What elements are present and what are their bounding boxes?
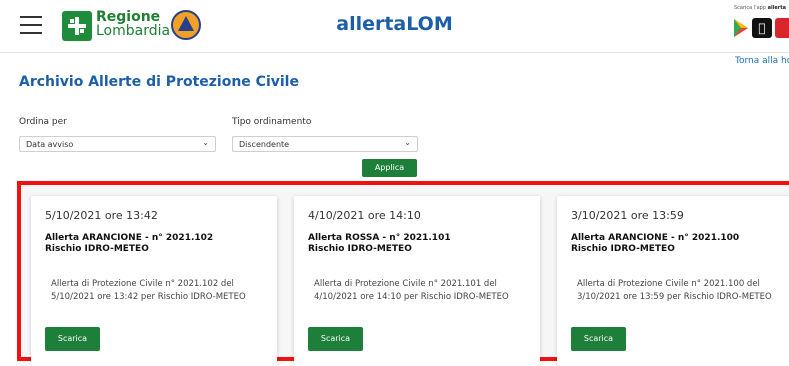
store-download-text: Scarica l'app allerta — [734, 5, 787, 11]
sort-type-label: Tipo ordinamento — [232, 117, 312, 127]
app-title: allertaLOM — [336, 13, 453, 35]
sort-by-label: Ordina per — [19, 117, 67, 127]
alert-title-line-2: Rischio IDRO-METEO — [45, 244, 149, 254]
alert-date: 3/10/2021 ore 13:59 — [571, 209, 684, 222]
alert-title-line-1: Allerta ARANCIONE - n° 2021.102 — [45, 233, 214, 243]
sort-by-select[interactable]: Data avviso ⌄ — [19, 136, 216, 152]
chevron-down-icon: ⌄ — [202, 138, 209, 147]
download-button[interactable]: Scarica — [308, 327, 363, 351]
download-button[interactable]: Scarica — [45, 327, 100, 351]
alert-title-line-2: Rischio IDRO-METEO — [571, 244, 675, 254]
alert-card: 4/10/2021 ore 14:10 Allerta ROSSA - n° 2… — [294, 196, 540, 366]
site-header: Regione Lombardia allertaLOM Scarica l'a… — [0, 0, 789, 53]
chevron-down-icon: ⌄ — [404, 138, 411, 147]
alert-title-line-1: Allerta ARANCIONE - n° 2021.100 — [571, 233, 740, 243]
alert-description: Allerta di Protezione Civile n° 2021.101… — [314, 279, 509, 302]
alert-title: Allerta ARANCIONE - n° 2021.102 Rischio … — [45, 233, 270, 255]
huawei-appgallery-icon[interactable] — [775, 18, 789, 38]
apple-store-icon[interactable]:  — [752, 18, 772, 38]
alert-title: Allerta ARANCIONE - n° 2021.100 Rischio … — [571, 233, 789, 255]
sort-type-select[interactable]: Discendente ⌄ — [232, 136, 418, 152]
sort-by-value: Data avviso — [26, 140, 74, 149]
page-title: Archivio Allerte di Protezione Civile — [19, 74, 299, 90]
alert-title-line-1: Allerta ROSSA - n° 2021.101 — [308, 233, 451, 243]
alert-description: Allerta di Protezione Civile n° 2021.102… — [51, 279, 246, 302]
alert-title: Allerta ROSSA - n° 2021.101 Rischio IDRO… — [308, 233, 533, 255]
alert-title-line-2: Rischio IDRO-METEO — [308, 244, 412, 254]
back-to-home-link[interactable]: Torna alla ho — [735, 56, 789, 66]
download-button[interactable]: Scarica — [571, 327, 626, 351]
alert-card: 5/10/2021 ore 13:42 Allerta ARANCIONE - … — [31, 196, 277, 366]
alert-date: 4/10/2021 ore 14:10 — [308, 209, 421, 222]
alert-description: Allerta di Protezione Civile n° 2021.100… — [577, 279, 772, 302]
alert-date: 5/10/2021 ore 13:42 — [45, 209, 158, 222]
app-store-links:  — [733, 18, 789, 38]
google-play-icon[interactable] — [733, 18, 749, 38]
apply-button[interactable]: Applica — [362, 159, 417, 177]
sort-type-value: Discendente — [239, 140, 290, 149]
alert-card: 3/10/2021 ore 13:59 Allerta ARANCIONE - … — [557, 196, 789, 366]
